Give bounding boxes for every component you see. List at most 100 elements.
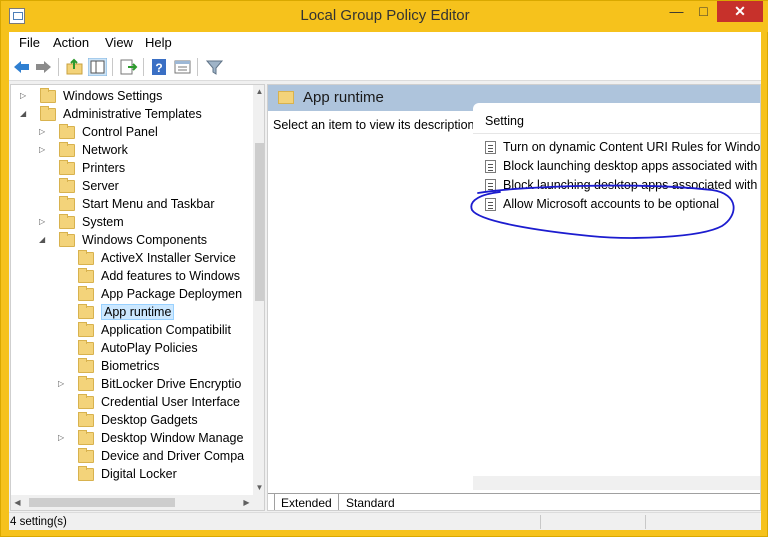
svg-text:?: ? [155,61,162,75]
forward-icon[interactable] [34,58,53,76]
tree-expand-icon[interactable]: ▷ [58,379,66,389]
console-tree[interactable]: ▷ Windows Settings ◢ Administrative Templat… [10,84,265,511]
scroll-up-icon[interactable]: ▲ [253,85,264,99]
tree-item-label: Application Compatibilit [101,323,231,337]
export-list-icon[interactable] [119,58,138,76]
tab-extended[interactable]: Extended [274,494,339,510]
tree-item[interactable]: ▷ Desktop Window Manage [11,430,253,448]
show-hide-tree-icon[interactable] [88,58,107,76]
tree-item[interactable]: Biometrics [11,358,253,376]
tree-item[interactable]: ▷ System [11,214,253,232]
folder-icon [78,376,94,391]
settings-list[interactable]: Setting Turn on dynamic Content URI Rule… [473,103,761,476]
tree-item-label: BitLocker Drive Encryptio [101,377,242,391]
menu-help[interactable]: Help [145,35,172,50]
tree-item[interactable]: Credential User Interface [11,394,253,412]
tree-item-label: Network [82,143,128,157]
folder-icon [78,268,94,283]
tree-item[interactable]: Start Menu and Taskbar [11,196,253,214]
folder-icon [78,250,94,265]
scroll-right-icon[interactable]: ▶ [240,496,253,510]
folder-icon [78,322,94,337]
folder-icon [78,448,94,463]
help-icon[interactable]: ? [150,58,169,76]
folder-icon [78,466,94,481]
tree-item[interactable]: App runtime [11,304,253,322]
tree-item[interactable]: ◢ Windows Components [11,232,253,250]
tree-item[interactable]: Server [11,178,253,196]
tree-expand-icon[interactable]: ▷ [39,217,47,227]
tree-item-label: Windows Components [82,233,208,247]
folder-icon [78,358,94,373]
folder-icon [59,124,75,139]
setting-name: Allow Microsoft accounts to be optional [503,197,720,211]
tree-item[interactable]: Device and Driver Compa [11,448,253,466]
tree-item-label: Device and Driver Compa [101,449,245,463]
tree-item[interactable]: Desktop Gadgets [11,412,253,430]
tree-item[interactable]: App Package Deploymen [11,286,253,304]
tree-expand-icon[interactable]: ▷ [20,91,28,101]
menu-file[interactable]: File [19,35,40,50]
tree-expand-icon[interactable]: ▷ [39,145,47,155]
menu-view[interactable]: View [105,35,133,50]
close-icon[interactable]: ✕ [717,1,763,22]
settings-horizontal-scrollbar[interactable] [473,476,760,490]
tree-item[interactable]: ▷ Network [11,142,253,160]
policy-setting-icon [485,141,496,154]
tree-item-label: ActiveX Installer Service [101,251,236,265]
tree-item-label: Desktop Gadgets [101,413,198,427]
up-folder-icon[interactable] [65,58,84,76]
scroll-down-icon[interactable]: ▼ [253,481,264,495]
menu-action[interactable]: Action [53,35,89,50]
filter-icon[interactable] [205,58,224,76]
tab-standard[interactable]: Standard [340,494,401,510]
tree-item[interactable]: Digital Locker [11,466,253,484]
tree-item-label: System [82,215,124,229]
tree-item[interactable]: Printers [11,160,253,178]
folder-icon [59,160,75,175]
folder-icon [78,340,94,355]
tree-horizontal-scrollbar[interactable]: ◀ ▶ [11,495,253,510]
tree-item-label: Desktop Window Manage [101,431,244,445]
tree-item[interactable]: ▷ Control Panel [11,124,253,142]
menu-bar: File Action View Help [9,32,761,53]
tree-item-label: Start Menu and Taskbar [82,197,215,211]
details-title: App runtime [303,89,384,106]
app-window: Local Group Policy Editor — □ ✕ File Act… [0,0,768,537]
tree-item-label: Control Panel [82,125,158,139]
tree-item-label: App runtime [101,304,175,320]
tree-item-label: AutoPlay Policies [101,341,198,355]
tree-collapse-icon[interactable]: ◢ [20,109,28,119]
folder-icon [278,91,294,104]
tree-item[interactable]: Add features to Windows [11,268,253,286]
tree-expand-icon[interactable]: ▷ [39,127,47,137]
scroll-left-icon[interactable]: ◀ [11,496,24,510]
tree-vertical-scroll-thumb[interactable] [255,143,264,301]
policy-setting-icon [485,198,496,211]
tree-item[interactable]: AutoPlay Policies [11,340,253,358]
folder-icon [59,178,75,193]
tree-item[interactable]: ▷ BitLocker Drive Encryptio [11,376,253,394]
tree-item[interactable]: ◢ Administrative Templates [11,106,253,124]
tree-item[interactable]: Application Compatibilit [11,322,253,340]
maximize-icon[interactable]: □ [690,1,717,22]
setting-name: Block launching desktop apps associated … [503,178,761,192]
back-icon[interactable] [12,58,31,76]
properties-icon[interactable] [173,58,192,76]
tree-item[interactable]: ActiveX Installer Service [11,250,253,268]
tree-horizontal-scroll-thumb[interactable] [29,498,175,507]
column-header-setting[interactable]: Setting [485,114,524,128]
title-bar[interactable]: Local Group Policy Editor — □ ✕ [1,1,768,32]
tree-item-label: Printers [82,161,126,175]
folder-icon [59,214,75,229]
status-text: 4 setting(s) [10,516,67,528]
policy-setting-icon [485,160,496,173]
tree-item[interactable]: ▷ Windows Settings [11,88,253,106]
tree-collapse-icon[interactable]: ◢ [39,235,47,245]
tree-expand-icon[interactable]: ▷ [58,433,66,443]
minimize-icon[interactable]: — [663,1,690,22]
tree-item-label: Credential User Interface [101,395,240,409]
folder-icon [78,304,94,319]
tree-vertical-scrollbar[interactable]: ▲ ▼ [253,85,264,495]
view-tabs: Extended Standard [268,493,760,510]
